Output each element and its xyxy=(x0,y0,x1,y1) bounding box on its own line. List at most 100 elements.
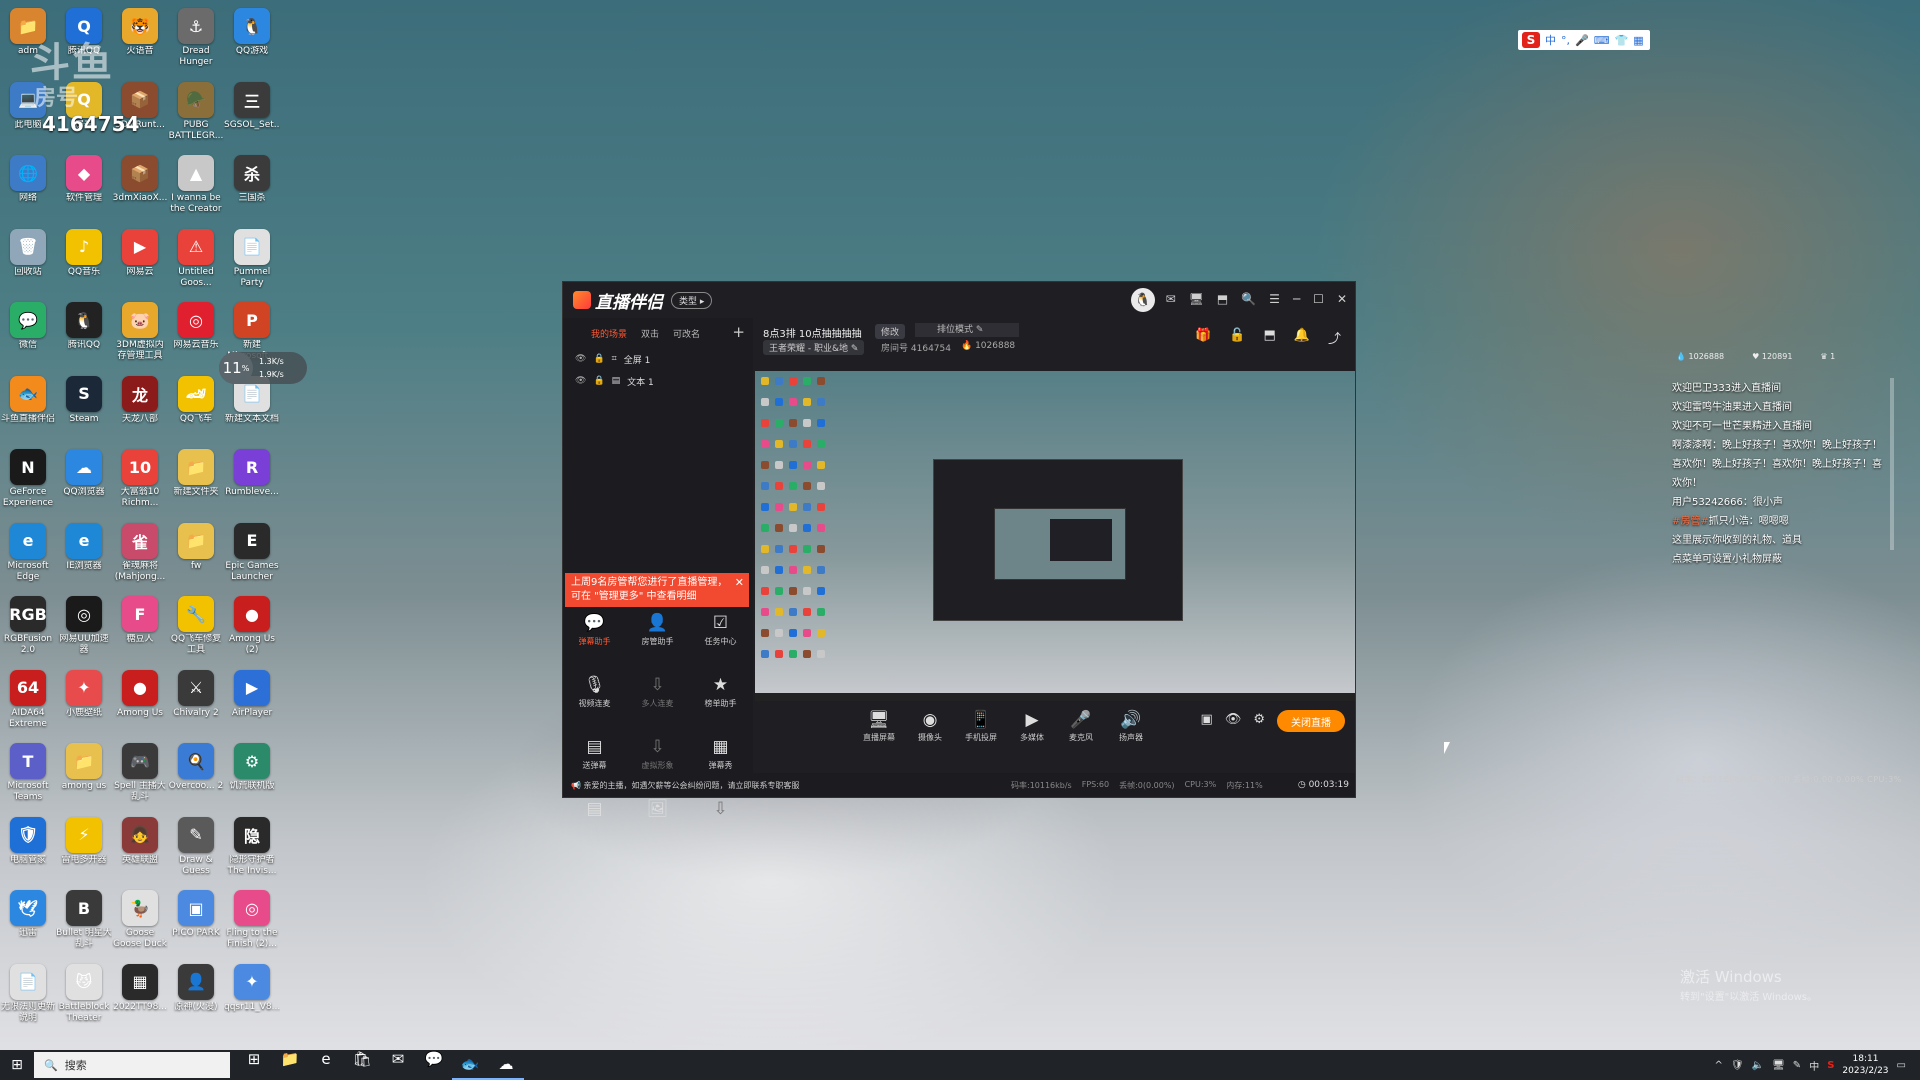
ime-punctuation-icon[interactable]: °, xyxy=(1561,34,1570,47)
edge-taskbar-icon[interactable]: e xyxy=(308,1050,344,1080)
eye-icon[interactable]: 👁 xyxy=(575,376,586,386)
desktop-icon[interactable]: R Rumbleve... xyxy=(224,443,280,498)
desktop-icon[interactable]: ✎ Draw & Guess xyxy=(168,811,224,877)
desktop-icon[interactable]: 64 AIDA64 Extreme xyxy=(0,664,56,730)
ime-toolbox-icon[interactable]: ▦ xyxy=(1633,34,1643,47)
douyu-taskbar-icon[interactable]: 🐟 xyxy=(452,1050,488,1080)
unlock-icon[interactable]: 🔓 xyxy=(1229,328,1245,347)
tool-extra-1[interactable]: ▤ xyxy=(563,796,626,850)
announcement[interactable]: 📢 亲爱的主播，如遇欠薪等公会纠纷问题，请立即联系专职客服 xyxy=(571,780,800,791)
desktop-icon[interactable]: 🦆 Goose Goose Duck xyxy=(112,884,168,950)
tool-danmu-assistant[interactable]: 💬 弹幕助手 xyxy=(563,610,626,664)
tab-rename[interactable]: 可改名 xyxy=(673,327,700,340)
taskbar-search[interactable]: 🔍 搜索 xyxy=(34,1052,230,1078)
sogou-icon[interactable]: S xyxy=(1522,32,1540,48)
desktop-icon[interactable]: 🗑 回收站 xyxy=(0,223,56,278)
desktop-icon[interactable]: 👤 原神(火漫) xyxy=(168,958,224,1013)
desktop-icon[interactable]: ⚙ 饥荒联机版 xyxy=(224,737,280,792)
tool-task-center[interactable]: ☑ 任务中心 xyxy=(689,610,752,664)
game-category[interactable]: 王者荣耀 - 职业&地 ✎ xyxy=(763,340,865,355)
wechat-taskbar-icon[interactable]: 💬 xyxy=(416,1050,452,1080)
scrollbar[interactable] xyxy=(1890,378,1894,550)
desktop-icon[interactable]: 10 大富翁10 Richm... xyxy=(112,443,168,509)
microphone-button[interactable]: 🎤 麦克风 xyxy=(1061,708,1101,743)
desktop-icon[interactable]: ▲ I wanna be the Creator xyxy=(168,149,224,215)
minimize-button[interactable]: ─ xyxy=(1293,292,1300,306)
media-button[interactable]: ▶ 多媒体 xyxy=(1012,708,1052,743)
screen-icon[interactable]: 🖥 xyxy=(1189,292,1204,306)
desktop-icon[interactable]: 🔧 QQ飞车修复工具 xyxy=(168,590,224,656)
edit-title-button[interactable]: 修改 xyxy=(875,324,906,339)
desktop-icon[interactable]: 💬 微信 xyxy=(0,296,56,351)
record-icon[interactable]: ▣ xyxy=(1201,712,1213,727)
tool-extra-2[interactable]: 🖼 xyxy=(626,796,689,850)
speaker-button[interactable]: 🔊 扬声器 xyxy=(1111,708,1151,743)
desktop-icon[interactable]: 👧 英雄联盟 xyxy=(112,811,168,866)
desktop-icon[interactable]: e IE浏览器 xyxy=(56,517,112,572)
desktop-icon[interactable]: ◎ Fling to the Finish (2)... xyxy=(224,884,280,950)
desktop-icon[interactable]: ✦ qqsr11_V8... xyxy=(224,958,280,1013)
rank-mode-field[interactable]: 排位模式 ✎ xyxy=(915,323,1019,337)
desktop-icon[interactable]: ♪ QQ音乐 xyxy=(56,223,112,278)
user-avatar[interactable]: 🐧 xyxy=(1131,288,1155,312)
desktop-icon[interactable]: 📄 无限法则更新说明 xyxy=(0,958,56,1024)
desktop-icon[interactable]: ◎ 网易云音乐 xyxy=(168,296,224,351)
end-live-button[interactable]: 关闭直播 xyxy=(1277,710,1345,732)
desktop-icon[interactable]: ⚔ Chivalry 2 xyxy=(168,664,224,719)
desktop-icon[interactable]: 📁 新建文件夹 xyxy=(168,443,224,498)
eye-icon[interactable]: 👁 xyxy=(1225,712,1242,727)
ime-indicator[interactable]: 中 xyxy=(1809,1058,1819,1073)
lock-icon[interactable]: 🔒 xyxy=(593,376,604,386)
phone-cast-button[interactable]: 📱 手机投屏 xyxy=(961,708,1001,743)
qq-browser-taskbar-icon[interactable]: ☁ xyxy=(488,1050,524,1080)
desktop-icon[interactable]: F 糖豆人 xyxy=(112,590,168,645)
layout-icon[interactable]: ⬒ xyxy=(1217,292,1228,306)
lock-icon[interactable]: 🔒 xyxy=(593,354,604,364)
ime-skin-icon[interactable]: 👕 xyxy=(1615,34,1629,47)
tab-double-click[interactable]: 双击 xyxy=(641,327,659,340)
close-icon[interactable]: ✕ xyxy=(735,576,744,590)
desktop-icon[interactable]: ▣ PICO PARK xyxy=(168,884,224,939)
desktop-icon[interactable]: ● Among Us xyxy=(112,664,168,719)
desktop-icon[interactable]: 🏎 QQ飞车 xyxy=(168,370,224,425)
layer-item[interactable]: 👁 🔒 ▤ 文本 1 xyxy=(563,370,753,392)
tool-extra-3[interactable]: ⇩ xyxy=(689,796,752,850)
share-icon[interactable]: ⤴ xyxy=(1328,328,1341,347)
title-bar[interactable]: 直播伴侣 类型 ▸ 🐧 ✉ 🖥 ⬒ 🔍 ☰ ─ ☐ ✕ xyxy=(563,282,1355,318)
notification-icon[interactable]: ▭ xyxy=(1897,1060,1906,1071)
task-view-taskbar-icon[interactable]: ⊞ xyxy=(236,1050,272,1080)
desktop-icon[interactable]: E Epic Games Launcher xyxy=(224,517,280,583)
desktop-icon[interactable]: 📁 among us xyxy=(56,737,112,792)
desktop-icon[interactable]: 📁 fw xyxy=(168,517,224,572)
desktop-icon[interactable]: 🐟 斗鱼直播伴侣 xyxy=(0,370,56,425)
desktop-icon[interactable]: ⚓ Dread Hunger xyxy=(168,2,224,68)
store-taskbar-icon[interactable]: 🛍 xyxy=(344,1050,380,1080)
menu-icon[interactable]: ☰ xyxy=(1269,292,1280,306)
desktop-icon[interactable]: 🕊 迅雷 xyxy=(0,884,56,939)
desktop-icon[interactable]: 🌐 网络 xyxy=(0,149,56,204)
desktop-icon[interactable]: ▦ 2022TT98... xyxy=(112,958,168,1013)
desktop-icon[interactable]: 🛡 电脑管家 xyxy=(0,811,56,866)
tool-leaderboard[interactable]: ★ 榜单助手 xyxy=(689,672,752,726)
tool-video-link[interactable]: 🎙 视频连麦 xyxy=(563,672,626,726)
desktop-icon[interactable]: T Microsoft Teams xyxy=(0,737,56,803)
eye-icon[interactable]: 👁 xyxy=(575,354,586,364)
tab-my-scene[interactable]: 我的场景 xyxy=(591,327,627,340)
desktop-icon[interactable]: ● Among Us (2) xyxy=(224,590,280,656)
desktop-icon[interactable]: 🪖 PUBG BATTLEGR... xyxy=(168,76,224,142)
desktop-icon[interactable]: 🎮 Spell 主播大乱斗 xyxy=(112,737,168,803)
desktop-icon[interactable]: B Bullet 明星大乱斗 xyxy=(56,884,112,950)
sogou-tray-icon[interactable]: S xyxy=(1827,1060,1834,1071)
desktop-icon[interactable]: ✦ 小鹿壁纸 xyxy=(56,664,112,719)
close-button[interactable]: ✕ xyxy=(1337,292,1347,306)
bell-icon[interactable]: 🔔 xyxy=(1294,328,1310,347)
desktop-icon[interactable]: e Microsoft Edge xyxy=(0,517,56,583)
ime-mode[interactable]: 中 xyxy=(1545,32,1556,48)
desktop-icon[interactable]: ◎ 网易UU加速器 xyxy=(56,590,112,656)
volume-icon[interactable]: 🔈 xyxy=(1752,1060,1764,1071)
desktop-icon[interactable]: ▶ 网易云 xyxy=(112,223,168,278)
desktop-icon[interactable]: 🍳 Overcoo... 2 xyxy=(168,737,224,792)
ime-keyboard-icon[interactable]: ⌨ xyxy=(1594,34,1610,47)
desktop-icon[interactable]: ▶ AirPlayer xyxy=(224,664,280,719)
filter-icon[interactable]: 🔍 xyxy=(1241,292,1256,306)
